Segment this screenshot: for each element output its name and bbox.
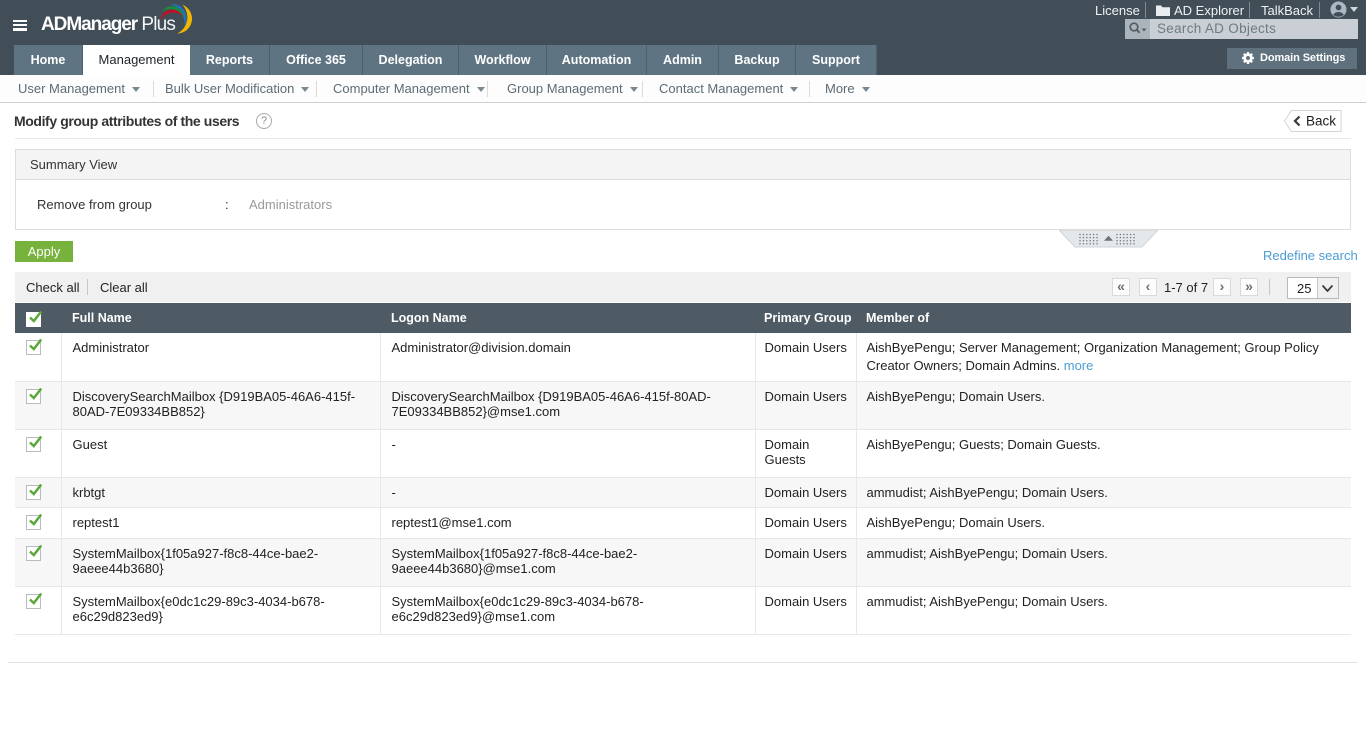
- svg-text:Back: Back: [1306, 114, 1336, 129]
